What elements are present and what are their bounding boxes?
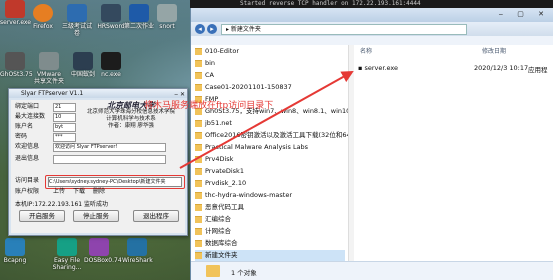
arrow-to-file [179,71,354,169]
annotation-note: 将木马服务端放在ftp访问目录下 [144,101,274,111]
annotation-arrows [179,71,354,169]
